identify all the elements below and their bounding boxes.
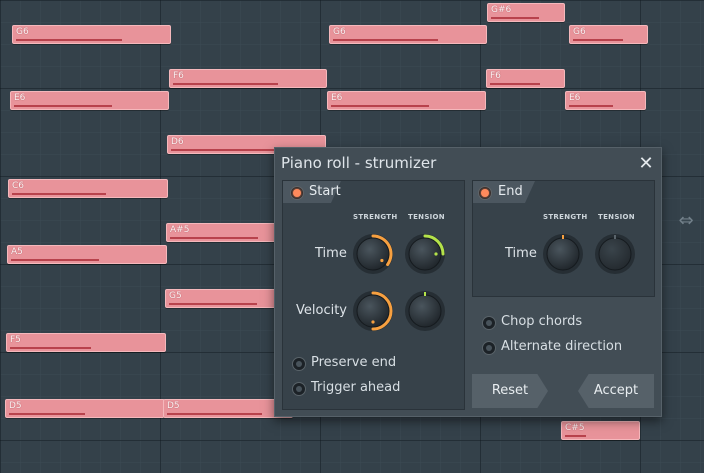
note-velocity-bar	[173, 83, 278, 85]
end-time-tension-knob[interactable]	[592, 231, 638, 277]
reset-button[interactable]: Reset	[472, 374, 548, 408]
note-velocity-bar	[167, 413, 262, 415]
note-velocity-bar	[573, 39, 623, 41]
resize-arrows-icon[interactable]: ⇔	[675, 212, 697, 230]
knob-indicator	[434, 252, 438, 256]
strength-header: STRENGTH	[353, 213, 398, 221]
start-panel: Start STRENGTH TENSION Time Velocity Pre…	[282, 180, 465, 410]
note-velocity-bar	[333, 39, 438, 41]
note[interactable]: G6	[569, 25, 648, 44]
note-label: G5	[169, 291, 182, 301]
velocity-tension-knob[interactable]	[402, 288, 448, 334]
start-label: Start	[309, 184, 341, 199]
chop-chords-label: Chop chords	[501, 314, 583, 329]
note[interactable]: D5	[5, 399, 165, 418]
note-velocity-bar	[331, 105, 429, 107]
close-icon[interactable]: ✕	[637, 154, 655, 174]
note[interactable]: E6	[327, 91, 486, 110]
end-panel: End STRENGTH TENSION Time	[472, 180, 655, 297]
note-velocity-bar	[16, 39, 122, 41]
time-tension-knob[interactable]	[402, 231, 448, 277]
note-velocity-bar	[490, 83, 540, 85]
preserve-end-label: Preserve end	[311, 355, 397, 370]
knob-body	[356, 237, 390, 271]
note-label: E6	[569, 93, 581, 103]
note-label: E6	[331, 93, 343, 103]
note-label: F6	[173, 71, 184, 81]
note[interactable]: G6	[329, 25, 487, 44]
trigger-ahead-toggle[interactable]	[292, 382, 306, 396]
note[interactable]: C6	[8, 179, 168, 198]
tension-header: TENSION	[408, 213, 445, 221]
chop-chords-toggle[interactable]	[482, 316, 496, 330]
note-label: C#5	[565, 423, 585, 433]
note-velocity-bar	[169, 303, 257, 305]
note-label: D5	[9, 401, 22, 411]
knob-body	[408, 294, 442, 328]
note-label: A#5	[170, 225, 190, 235]
velocity-label: Velocity	[296, 303, 347, 318]
note[interactable]: A5	[7, 245, 167, 264]
alternate-direction-label: Alternate direction	[501, 339, 623, 354]
note-label: D5	[167, 401, 180, 411]
note-label: F5	[10, 335, 21, 345]
start-toggle[interactable]	[290, 186, 304, 200]
note-velocity-bar	[491, 17, 539, 19]
accept-button[interactable]: Accept	[578, 374, 654, 408]
note[interactable]: G#6	[487, 3, 565, 22]
note-label: A5	[11, 247, 23, 257]
note-velocity-bar	[11, 259, 99, 261]
time-strength-knob[interactable]	[350, 231, 396, 277]
knob-body	[546, 237, 580, 271]
end-label: End	[498, 184, 523, 199]
trigger-ahead-label: Trigger ahead	[311, 380, 401, 395]
note-velocity-bar	[171, 149, 274, 151]
note[interactable]: G6	[12, 25, 171, 44]
time-label: Time	[505, 246, 537, 261]
note-velocity-bar	[14, 105, 112, 107]
note[interactable]: C#5	[561, 421, 640, 440]
knob-indicator	[380, 258, 384, 263]
note-label: C6	[12, 181, 25, 191]
note[interactable]: E6	[10, 91, 169, 110]
alternate-direction-toggle[interactable]	[482, 341, 496, 355]
note-velocity-bar	[170, 237, 258, 239]
preserve-end-toggle[interactable]	[292, 357, 306, 371]
note-label: G6	[16, 27, 29, 37]
tension-header: TENSION	[598, 213, 635, 221]
time-label: Time	[315, 246, 347, 261]
note-velocity-bar	[565, 435, 586, 437]
note-label: G6	[573, 27, 586, 37]
note-label: E6	[14, 93, 26, 103]
note-label: G6	[333, 27, 346, 37]
note[interactable]: E6	[565, 91, 646, 110]
strumizer-dialog: Piano roll - strumizer ✕ Start STRENGTH …	[274, 147, 662, 417]
note-velocity-bar	[10, 347, 91, 349]
end-time-strength-knob[interactable]	[540, 231, 586, 277]
dialog-title: Piano roll - strumizer	[281, 154, 437, 172]
velocity-strength-knob[interactable]	[350, 288, 396, 334]
note-velocity-bar	[12, 193, 106, 195]
note[interactable]: F6	[486, 69, 565, 88]
note-velocity-bar	[9, 413, 85, 415]
note[interactable]: F5	[6, 333, 166, 352]
note-velocity-bar	[569, 105, 613, 107]
note-label: D6	[171, 137, 184, 147]
strength-header: STRENGTH	[543, 213, 588, 221]
knob-indicator	[371, 320, 375, 324]
knob-body	[598, 237, 632, 271]
note-label: G#6	[491, 5, 512, 15]
note-label: F6	[490, 71, 501, 81]
end-toggle[interactable]	[478, 186, 492, 200]
note[interactable]: F6	[169, 69, 327, 88]
